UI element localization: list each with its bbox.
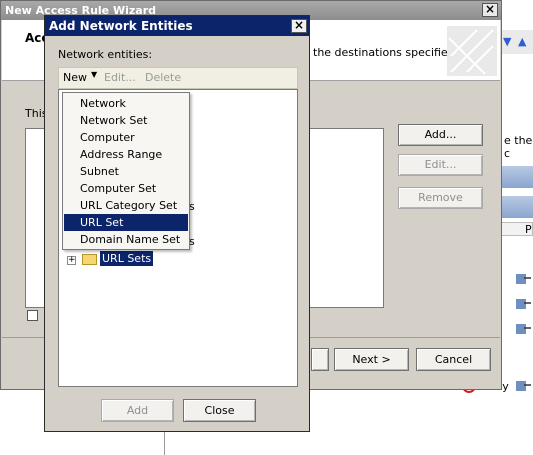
rule-icon <box>516 379 532 396</box>
background-side-text: e the c <box>500 130 533 160</box>
network-entities-label: Network entities: <box>58 48 153 61</box>
background-header-band <box>500 166 533 188</box>
delete-toolbar-button[interactable]: Delete <box>145 71 181 84</box>
remove-destination-button[interactable]: Remove <box>398 187 483 209</box>
menu-item-network-set[interactable]: Network Set <box>64 112 188 129</box>
menu-item-network[interactable]: Network <box>64 95 188 112</box>
cancel-button[interactable]: Cancel <box>416 348 491 371</box>
expand-icon[interactable]: + <box>67 256 76 265</box>
next-button[interactable]: Next > <box>334 348 409 371</box>
menu-item-address-range[interactable]: Address Range <box>64 146 188 163</box>
arrow-down-icon[interactable]: ▼ <box>503 35 511 48</box>
menu-item-computer-set[interactable]: Computer Set <box>64 180 188 197</box>
menu-item-url-category-set[interactable]: URL Category Set <box>64 197 188 214</box>
dialog-close-text-button[interactable]: Close <box>183 399 256 422</box>
menu-item-domain-name-set[interactable]: Domain Name Set <box>64 231 188 248</box>
rule-icon <box>516 272 532 289</box>
new-menu-button[interactable]: New <box>63 71 87 84</box>
dialog-title: Add Network Entities <box>45 16 309 36</box>
dialog-add-button[interactable]: Add <box>101 399 174 422</box>
rule-icon <box>516 322 532 339</box>
chevron-down-icon[interactable]: ▼ <box>91 70 97 79</box>
menu-item-computer[interactable]: Computer <box>64 129 188 146</box>
add-destination-button[interactable]: Add... <box>398 124 483 146</box>
dialog-toolbar: New ▼ Edit... Delete <box>58 67 298 89</box>
wizard-close-button[interactable]: × <box>482 3 498 17</box>
dialog-close-button[interactable]: × <box>291 19 307 33</box>
edit-destination-button[interactable]: Edit... <box>398 154 483 176</box>
add-network-entities-dialog: Add Network Entities × Network entities:… <box>44 15 310 432</box>
menu-item-subnet[interactable]: Subnet <box>64 163 188 180</box>
background-header-band <box>500 196 533 218</box>
tree-item-url-sets[interactable]: URL Sets <box>100 251 154 266</box>
edit-toolbar-button[interactable]: Edit... <box>104 71 136 84</box>
menu-item-url-set[interactable]: URL Set <box>64 214 188 231</box>
background-column-header: P <box>500 222 533 236</box>
wizard-logo-icon <box>447 26 497 76</box>
exceptions-checkbox[interactable] <box>27 310 38 321</box>
rule-icon <box>516 297 532 314</box>
folder-icon <box>82 254 97 265</box>
arrow-up-icon[interactable]: ▲ <box>518 35 526 48</box>
new-dropdown-menu: Network Network Set Computer Address Ran… <box>62 92 190 250</box>
wizard-header-text: the destinations specified <box>313 46 455 59</box>
back-button[interactable] <box>311 348 329 371</box>
